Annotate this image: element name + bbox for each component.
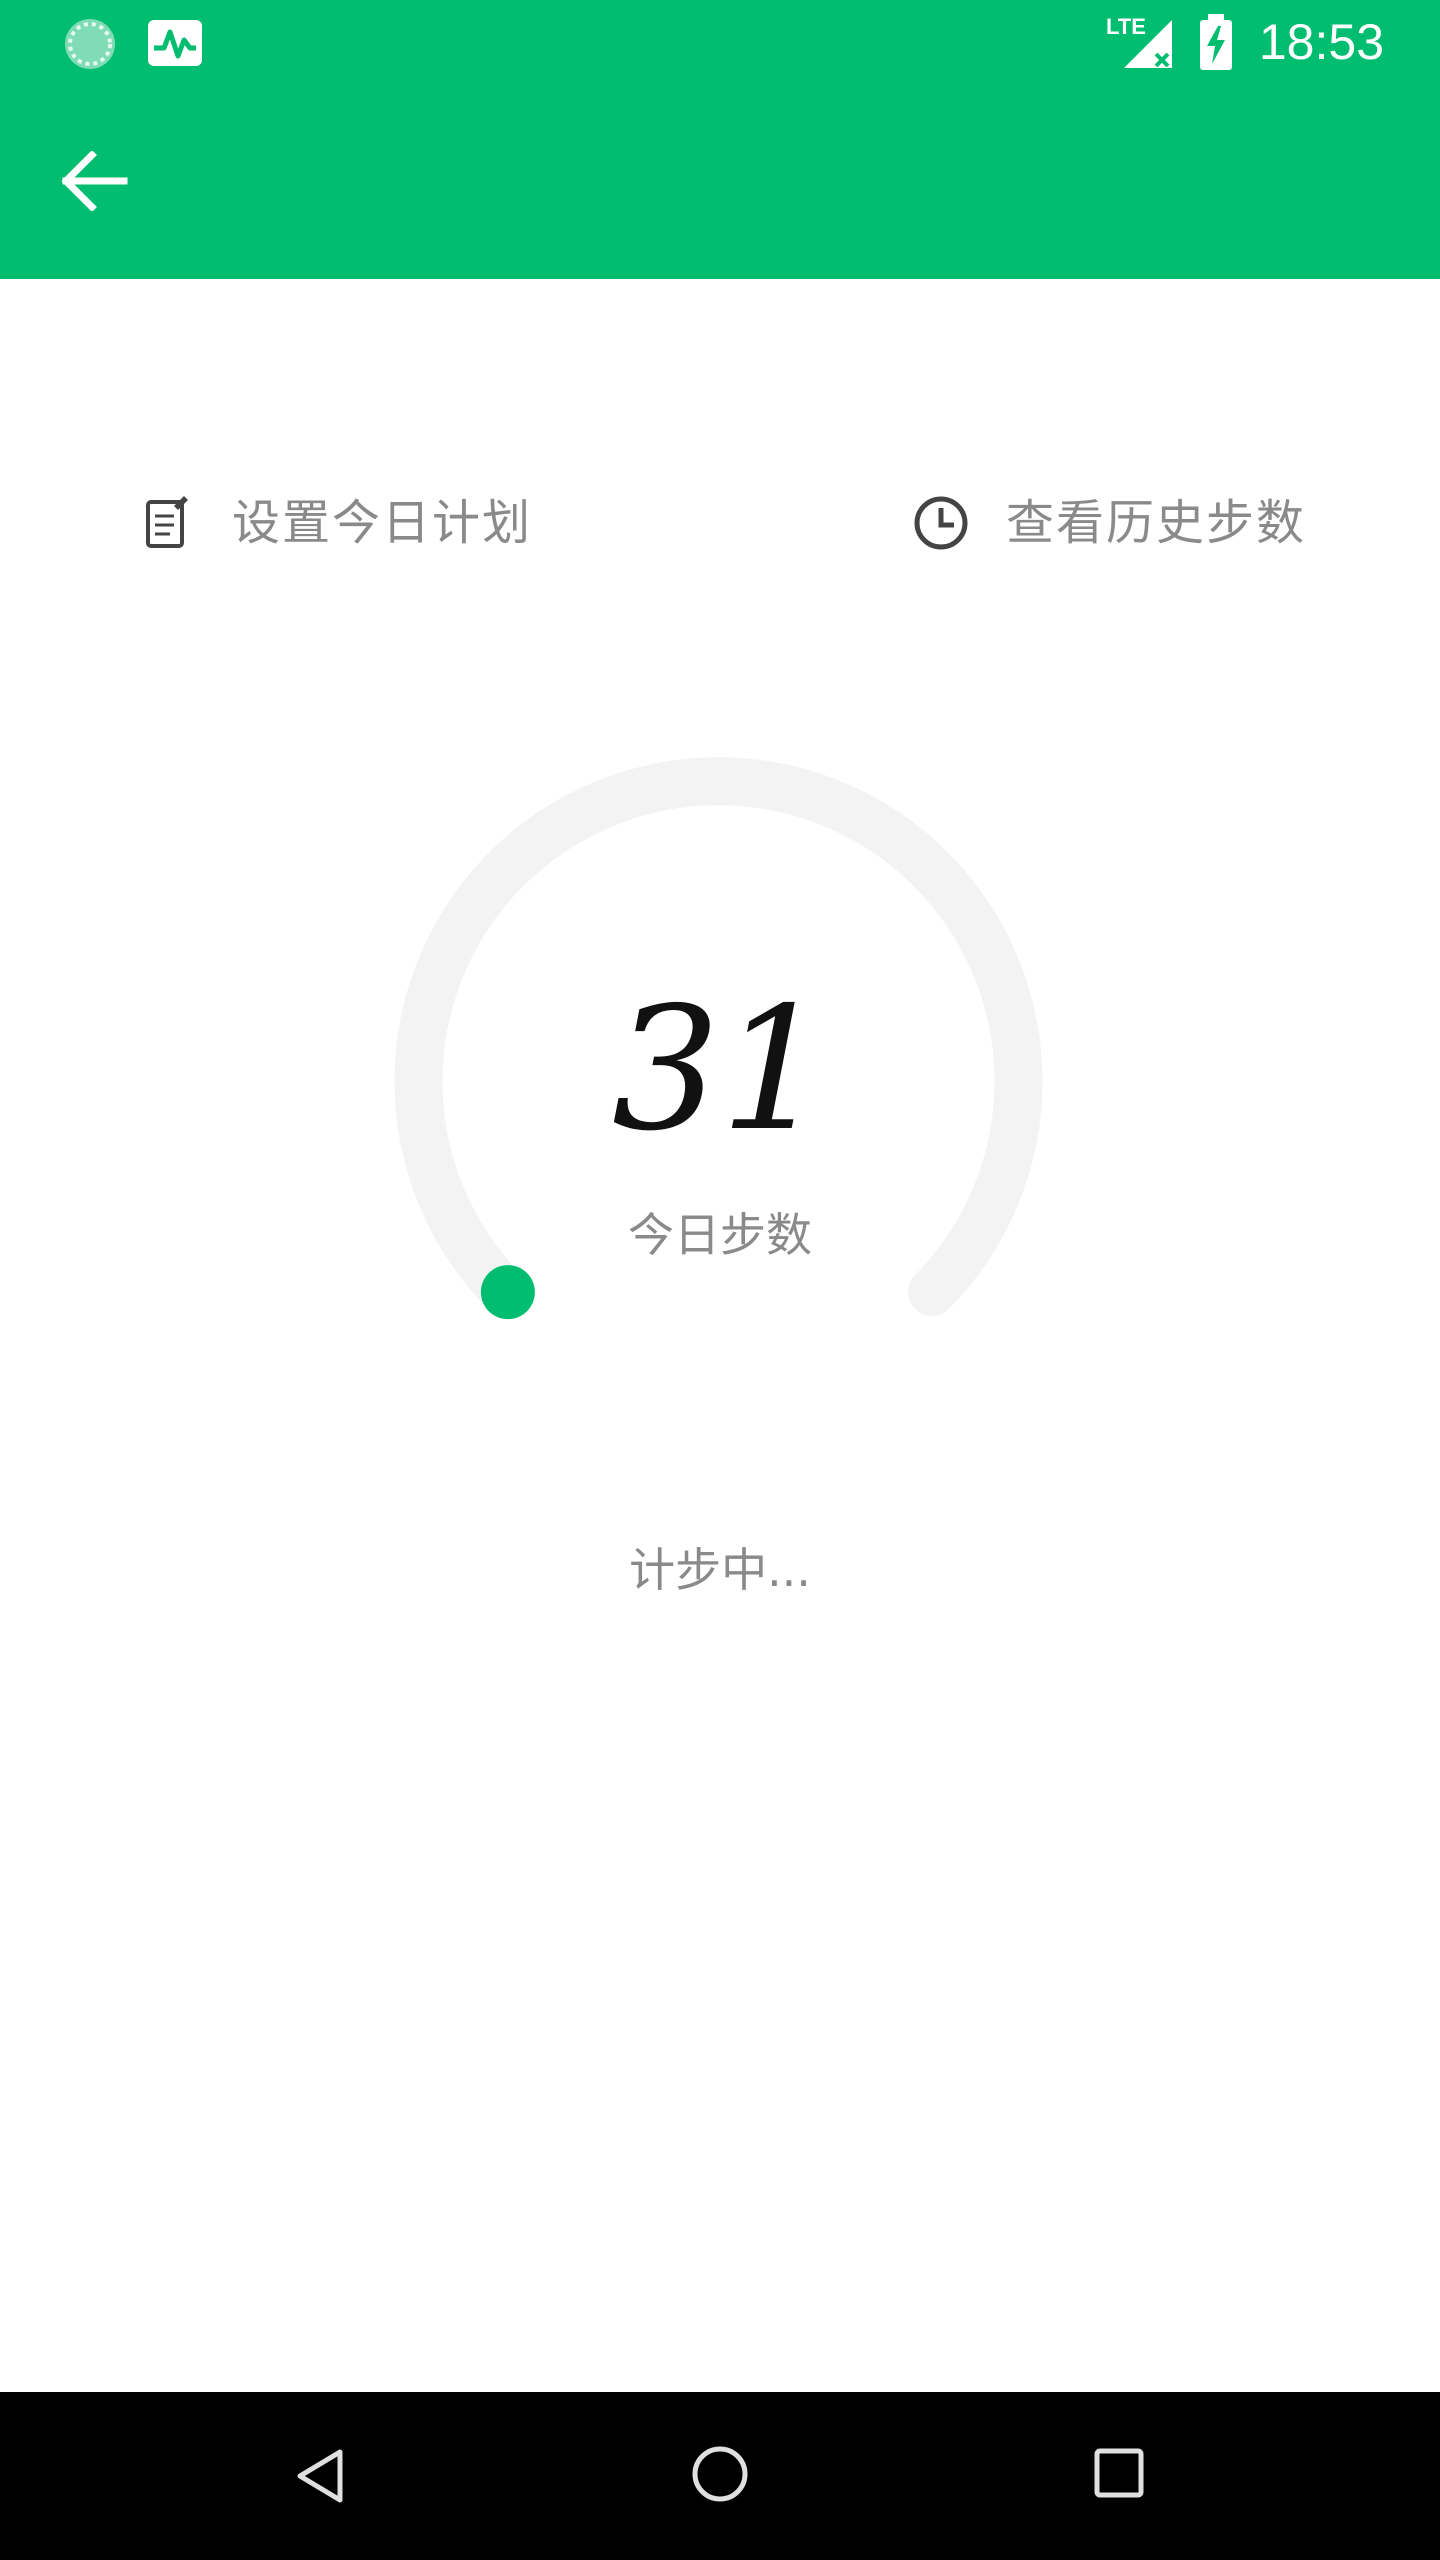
counting-status: 计步中... [629,1543,811,1597]
recents-square-icon[interactable] [1092,2446,1146,2500]
system-nav-bar [0,2392,1440,2560]
back-triangle-icon[interactable] [292,2446,348,2506]
home-circle-icon[interactable] [690,2444,750,2504]
step-gauge [394,757,1043,1320]
gauge-progress-dot [480,1265,535,1320]
steps-count: 31 [611,971,829,1169]
steps-caption: 今日步数 [628,1208,812,1262]
